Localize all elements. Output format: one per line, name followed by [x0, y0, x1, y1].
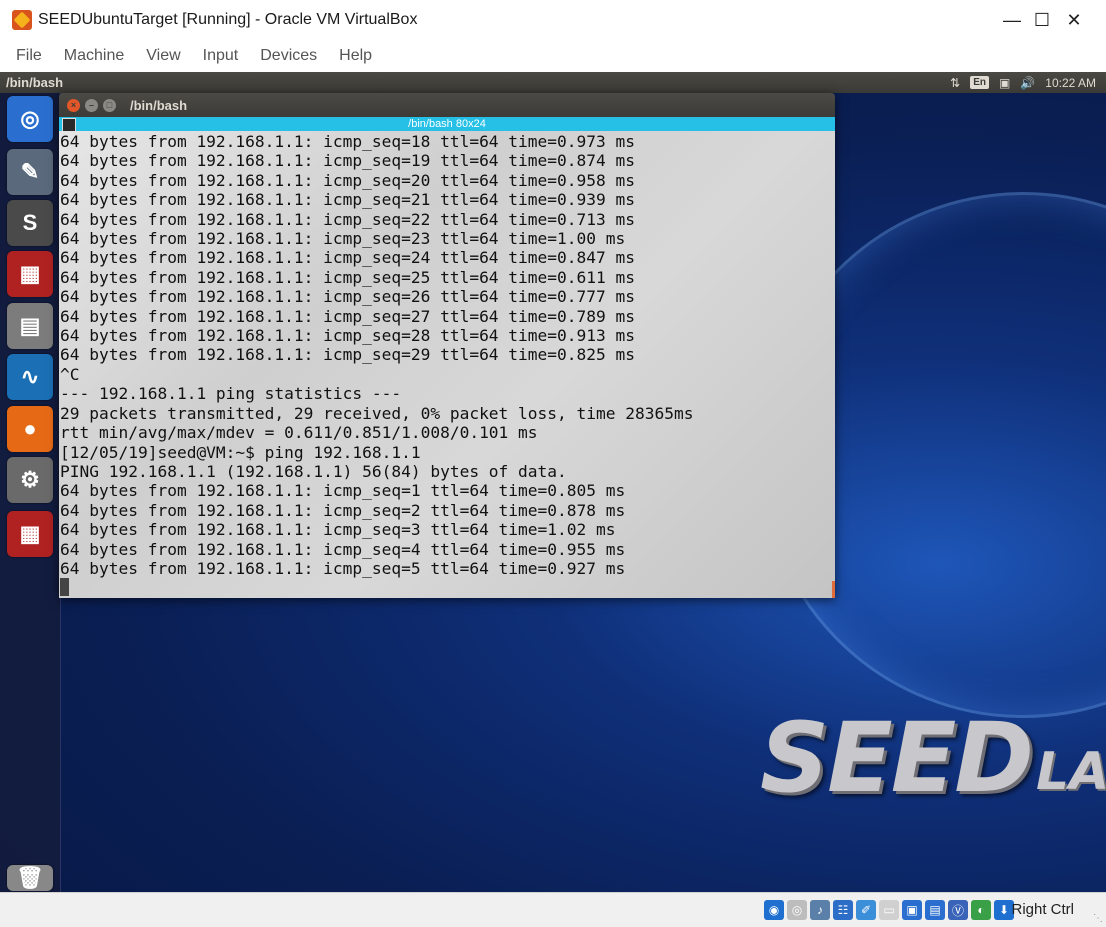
battery-icon[interactable]: ▣	[999, 76, 1010, 90]
volume-icon[interactable]: 🔊	[1020, 76, 1035, 90]
status-icons: ◉ ◎ ♪ ☷ ✐ ▭ ▣ ▤ Ⓥ ◐ ⬇	[764, 900, 1014, 920]
menu-input[interactable]: Input	[203, 47, 239, 65]
terminal-line: 64 bytes from 192.168.1.1: icmp_seq=20 t…	[60, 170, 635, 190]
terminal-line: 64 bytes from 192.168.1.1: icmp_seq=29 t…	[60, 345, 635, 365]
seed-logo-text: SEED	[760, 702, 1034, 814]
terminal-scrollbar[interactable]	[832, 581, 835, 598]
active-window-title: /bin/bash	[6, 75, 64, 90]
clock[interactable]: 10:22 AM	[1045, 76, 1096, 90]
terminal-line: 64 bytes from 192.168.1.1: icmp_seq=22 t…	[60, 209, 635, 229]
menu-file[interactable]: File	[16, 47, 42, 65]
sublime-text-icon[interactable]: S	[7, 200, 53, 246]
terminal-line: 64 bytes from 192.168.1.1: icmp_seq=23 t…	[60, 229, 626, 249]
close-icon[interactable]: ✕	[1044, 0, 1104, 40]
terminal-tab-icon[interactable]	[62, 118, 76, 132]
terminal-window[interactable]: × – □ /bin/bash /bin/bash 80x24 64 bytes…	[59, 93, 835, 598]
terminal-line: 64 bytes from 192.168.1.1: icmp_seq=28 t…	[60, 326, 635, 346]
terminal-line: --- 192.168.1.1 ping statistics ---	[60, 384, 402, 404]
menu-devices[interactable]: Devices	[260, 47, 317, 65]
hard-disk-icon[interactable]: ◉	[764, 900, 784, 920]
ubuntu-top-panel: /bin/bash ⇅ En ▣ 🔊 10:22 AM	[0, 72, 1106, 93]
display-icon[interactable]: ▣	[902, 900, 922, 920]
menu-view[interactable]: View	[146, 47, 180, 65]
terminal-line: 64 bytes from 192.168.1.1: icmp_seq=2 tt…	[60, 500, 626, 520]
terminal-line: rtt min/avg/max/mdev = 0.611/0.851/1.008…	[60, 423, 538, 443]
terminal-line: 64 bytes from 192.168.1.1: icmp_seq=27 t…	[60, 306, 635, 326]
wireshark-icon[interactable]: ∿	[7, 354, 53, 400]
host-key-label: Right Ctrl	[1011, 901, 1074, 918]
seed-labs-logo: SEED LABS	[760, 702, 1106, 814]
terminal-tab-bar[interactable]: /bin/bash 80x24	[59, 117, 835, 132]
terminal-line: 64 bytes from 192.168.1.1: icmp_seq=24 t…	[60, 248, 635, 268]
terminal-cursor	[60, 578, 69, 597]
menu-machine[interactable]: Machine	[64, 47, 124, 65]
terminal-titlebar[interactable]: × – □ /bin/bash	[59, 93, 835, 117]
labs-logo-text: LABS	[1035, 742, 1106, 802]
system-settings-icon[interactable]: ⚙	[7, 457, 53, 503]
terminal-line: 29 packets transmitted, 29 received, 0% …	[60, 403, 694, 423]
terminal-active-icon[interactable]: ▦	[7, 511, 53, 557]
terminal-output[interactable]: 64 bytes from 192.168.1.1: icmp_seq=18 t…	[59, 131, 835, 598]
virtualbox-icon	[12, 10, 32, 30]
terminal-line: 64 bytes from 192.168.1.1: icmp_seq=3 tt…	[60, 520, 616, 540]
terminal-line: 64 bytes from 192.168.1.1: icmp_seq=4 tt…	[60, 539, 626, 559]
shared-folders-icon[interactable]: ▭	[879, 900, 899, 920]
firefox-icon[interactable]: ●	[7, 406, 53, 452]
terminal-line: 64 bytes from 192.168.1.1: icmp_seq=21 t…	[60, 190, 635, 210]
video-capture-icon[interactable]: ▤	[925, 900, 945, 920]
terminal-line: ^C	[60, 364, 80, 384]
menu-help[interactable]: Help	[339, 47, 372, 65]
virtualization-icon[interactable]: Ⓥ	[948, 900, 968, 920]
network-icon[interactable]: ☷	[833, 900, 853, 920]
status-bar: ◉ ◎ ♪ ☷ ✐ ▭ ▣ ▤ Ⓥ ◐ ⬇ Right Ctrl ⋱	[0, 892, 1106, 927]
terminal-line: 64 bytes from 192.168.1.1: icmp_seq=18 t…	[60, 132, 635, 151]
mouse-integration-icon[interactable]: ◐	[971, 900, 991, 920]
terminal-maximize-icon[interactable]: □	[103, 98, 116, 112]
terminal-line: 64 bytes from 192.168.1.1: icmp_seq=5 tt…	[60, 558, 626, 578]
network-updown-icon[interactable]: ⇅	[950, 76, 960, 90]
files-cabinet-icon[interactable]: ▤	[7, 303, 53, 349]
guest-display[interactable]: SEED LABS /bin/bash ⇅ En ▣ 🔊 10:22 AM ◎ …	[0, 72, 1106, 892]
usb-icon[interactable]: ✐	[856, 900, 876, 920]
audio-icon[interactable]: ♪	[810, 900, 830, 920]
title-bar: SEEDUbuntuTarget [Running] - Oracle VM V…	[0, 0, 1106, 40]
resize-grip-icon[interactable]: ⋱	[1093, 913, 1103, 924]
keyboard-language-indicator[interactable]: En	[970, 76, 989, 89]
unity-launcher: ◎ ✎ S ▦ ▤ ∿ ● ⚙ ▦ 🗑	[0, 93, 61, 892]
terminal-line: 64 bytes from 192.168.1.1: icmp_seq=19 t…	[60, 151, 635, 171]
terminal-line: 64 bytes from 192.168.1.1: icmp_seq=26 t…	[60, 287, 635, 307]
terminal-line: [12/05/19]seed@VM:~$ ping 192.168.1.1	[60, 442, 421, 462]
trash-icon[interactable]: 🗑	[7, 865, 53, 891]
text-editor-icon[interactable]: ✎	[7, 149, 53, 195]
terminal-line: PING 192.168.1.1 (192.168.1.1) 56(84) by…	[60, 461, 567, 481]
optical-drive-icon[interactable]: ◎	[787, 900, 807, 920]
menu-bar: File Machine View Input Devices Help	[0, 40, 1106, 72]
terminal-app-icon[interactable]: ▦	[7, 251, 53, 297]
ubuntu-dash-icon[interactable]: ◎	[7, 96, 53, 142]
terminal-line: 64 bytes from 192.168.1.1: icmp_seq=1 tt…	[60, 481, 626, 501]
terminal-line: 64 bytes from 192.168.1.1: icmp_seq=25 t…	[60, 267, 635, 287]
terminal-minimize-icon[interactable]: –	[85, 98, 98, 112]
window-title: SEEDUbuntuTarget [Running] - Oracle VM V…	[38, 11, 418, 28]
terminal-close-icon[interactable]: ×	[67, 98, 80, 112]
terminal-title: /bin/bash	[130, 97, 188, 113]
terminal-tab-label: /bin/bash 80x24	[408, 118, 486, 130]
terminal-lines: 64 bytes from 192.168.1.1: icmp_seq=18 t…	[59, 131, 835, 598]
